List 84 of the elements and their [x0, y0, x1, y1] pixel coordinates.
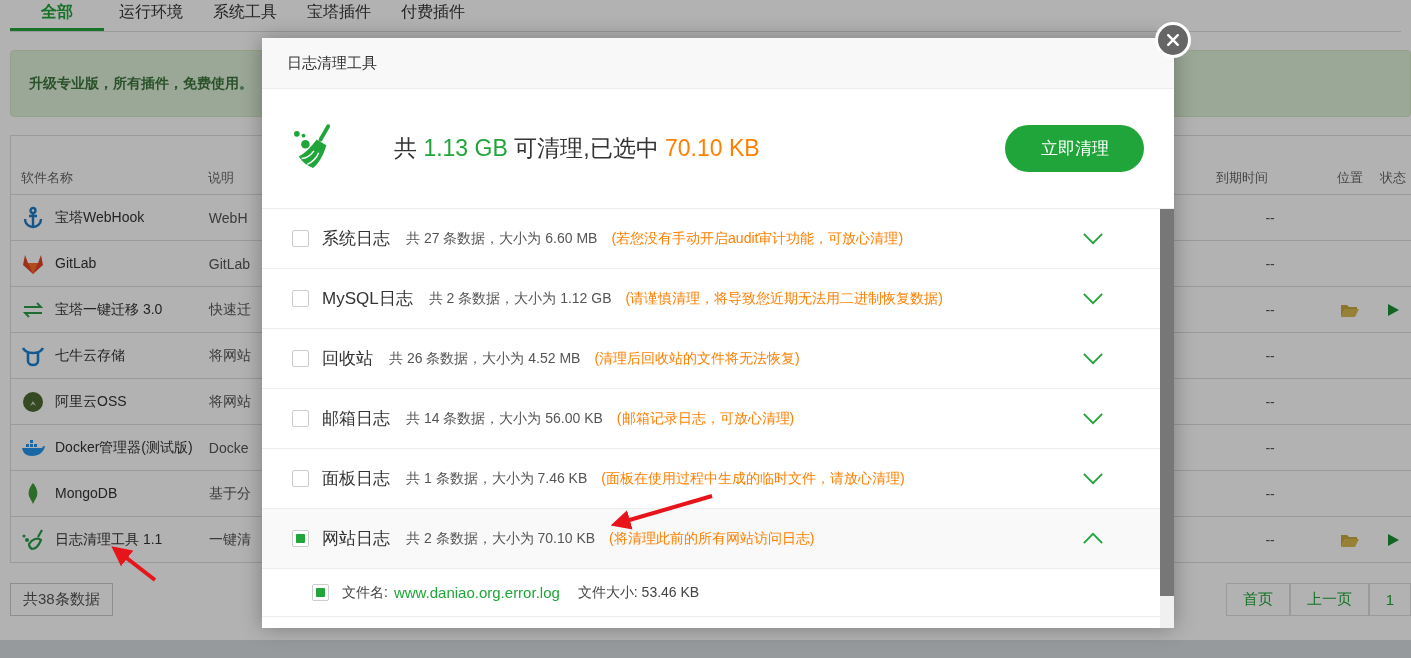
chevron-up-icon[interactable]	[1082, 532, 1104, 545]
category-tab[interactable]: 宝塔插件	[292, 2, 386, 31]
column-header: 说明	[208, 169, 236, 187]
log-note: (邮箱记录日志，可放心清理)	[616, 409, 796, 428]
plugin-name: Docker管理器(测试版)	[55, 438, 193, 457]
record-count: 共38条数据	[10, 583, 113, 616]
expiry-date: --	[1264, 393, 1276, 410]
notice-text: 升级专业版，所有插件，免费使用。	[29, 74, 253, 93]
clean-now-button[interactable]: 立即清理	[1005, 125, 1144, 172]
log-size-info: 共 2 条数据，大小为 1.12 GB	[428, 289, 612, 308]
plugin-description: Docke	[208, 439, 249, 456]
log-category-name: 面板日志	[322, 468, 390, 490]
plugin-description: GitLab	[208, 255, 251, 272]
plugin-description: WebH	[208, 209, 248, 226]
column-header: 软件名称	[20, 169, 74, 187]
page-link[interactable]: 1	[1368, 583, 1411, 616]
column-header: 状态	[1379, 169, 1408, 187]
scrollbar-thumb[interactable]	[1160, 209, 1174, 596]
chevron-down-icon[interactable]	[1082, 352, 1104, 365]
plugin-name: 阿里云OSS	[55, 392, 127, 411]
page-link[interactable]: 上一页	[1289, 583, 1369, 616]
expiry-date: --	[1264, 485, 1276, 502]
file-name: www.daniao.org.error.log	[393, 584, 560, 601]
plugin-description: 将网站	[208, 346, 251, 363]
annotation-arrow	[111, 546, 157, 582]
log-category-name: 邮箱日志	[322, 408, 390, 430]
log-size-info: 共 14 条数据，大小为 56.00 KB	[406, 409, 603, 428]
log-note: (面板在使用过程中生成的临时文件，请放心清理)	[601, 469, 906, 488]
expiry-date: --	[1264, 439, 1276, 456]
checkbox[interactable]	[312, 584, 329, 601]
plugin-name: GitLab	[55, 254, 97, 273]
checkbox[interactable]	[292, 290, 309, 307]
chevron-down-icon[interactable]	[1082, 412, 1104, 425]
anchor-icon	[21, 206, 45, 230]
checkbox[interactable]	[292, 350, 309, 367]
dialog-title: 日志清理工具	[287, 53, 377, 73]
plugin-name: MongoDB	[55, 484, 118, 503]
log-size-info: 共 27 条数据，大小为 6.60 MB	[406, 229, 598, 248]
log-category-name: 网站日志	[322, 528, 390, 550]
column-header: 到期时间	[1214, 169, 1269, 187]
folder-icon[interactable]	[1341, 302, 1360, 317]
log-category-name: 系统日志	[322, 228, 390, 250]
expiry-date: --	[1264, 255, 1276, 272]
category-tab[interactable]: 全部	[10, 2, 104, 31]
page-link[interactable]: 首页	[1225, 583, 1290, 616]
checkbox[interactable]	[292, 470, 309, 487]
log-category-name: 回收站	[322, 348, 373, 370]
category-tab[interactable]: 运行环境	[104, 2, 198, 31]
plugin-name: 宝塔WebHook	[55, 208, 145, 227]
plugin-name: 日志清理工具 1.1	[55, 530, 163, 549]
log-size-info: 共 2 条数据，大小为 70.10 KB	[406, 529, 596, 548]
checkbox[interactable]	[292, 530, 309, 547]
log-note: (将清理此前的所有网站访问日志)	[609, 529, 816, 548]
expiry-date: --	[1264, 209, 1276, 226]
log-note: (若您没有手动开启audit审计功能，可放心清理)	[611, 229, 905, 248]
plugin-description: 一键清	[208, 530, 251, 547]
log-size-info: 共 26 条数据，大小为 4.52 MB	[389, 349, 581, 368]
plugin-name: 七牛云存储	[55, 346, 125, 365]
plugin-description: 基于分	[208, 484, 251, 501]
file-name-label: 文件名:	[342, 583, 388, 602]
folder-icon[interactable]	[1341, 532, 1360, 547]
category-tab[interactable]: 系统工具	[198, 2, 292, 31]
checkbox[interactable]	[292, 410, 309, 427]
log-category-name: MySQL日志	[322, 288, 413, 310]
expiry-date: --	[1264, 347, 1276, 364]
column-header: 位置	[1336, 169, 1365, 187]
category-tab[interactable]: 付费插件	[386, 2, 480, 31]
log-note: (清理后回收站的文件将无法恢复)	[594, 349, 801, 368]
log-note: (请谨慎清理，将导致您近期无法用二进制恢复数据)	[625, 289, 944, 308]
broom-icon	[21, 528, 45, 552]
plugin-description: 将网站	[208, 392, 251, 409]
cleanup-summary: 共 1.13 GB 可清理,已选中 70.10 KB	[394, 134, 761, 163]
checkbox[interactable]	[292, 230, 309, 247]
chevron-down-icon[interactable]	[1082, 232, 1104, 245]
log-size-info: 共 1 条数据，大小为 7.46 KB	[406, 469, 588, 488]
expiry-date: --	[1264, 531, 1276, 548]
plugin-description: 快速迁	[208, 300, 251, 317]
chevron-down-icon[interactable]	[1082, 472, 1104, 485]
plugin-name: 宝塔一键迁移 3.0	[55, 300, 163, 319]
close-icon	[1165, 32, 1181, 48]
file-size: 文件大小: 53.46 KB	[577, 583, 700, 602]
chevron-down-icon[interactable]	[1082, 292, 1104, 305]
close-button[interactable]	[1155, 22, 1191, 58]
expiry-date: --	[1264, 301, 1276, 318]
